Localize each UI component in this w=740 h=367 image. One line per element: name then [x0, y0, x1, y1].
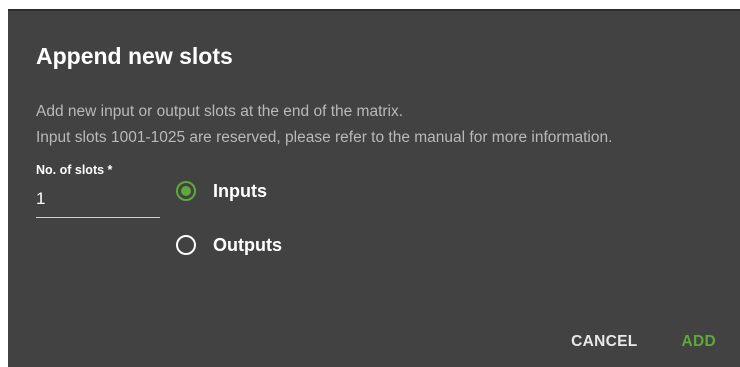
append-slots-dialog: Append new slots Add new input or output…	[8, 9, 740, 367]
dialog-description: Add new input or output slots at the end…	[36, 99, 612, 151]
radio-checked-icon[interactable]	[176, 181, 196, 201]
radio-inputs-label[interactable]: Inputs	[213, 181, 267, 202]
radio-inputs[interactable]: Inputs	[176, 178, 282, 204]
cancel-button[interactable]: CANCEL	[571, 329, 637, 355]
slots-count-field[interactable]: No. of slots * 1	[36, 163, 160, 218]
dialog-title: Append new slots	[36, 43, 233, 69]
description-line-2: Input slots 1001-1025 are reserved, plea…	[36, 129, 613, 146]
slot-type-radio-group: Inputs Outputs	[176, 178, 282, 286]
radio-unchecked-icon[interactable]	[176, 235, 196, 255]
description-line-1: Add new input or output slots at the end…	[36, 103, 404, 120]
slots-count-label: No. of slots *	[36, 163, 113, 177]
dialog-actions: CANCEL ADD	[571, 329, 716, 355]
radio-outputs-label[interactable]: Outputs	[213, 235, 282, 256]
radio-outputs[interactable]: Outputs	[176, 232, 282, 258]
add-button[interactable]: ADD	[682, 329, 716, 355]
slots-count-input[interactable]: 1	[36, 189, 160, 218]
